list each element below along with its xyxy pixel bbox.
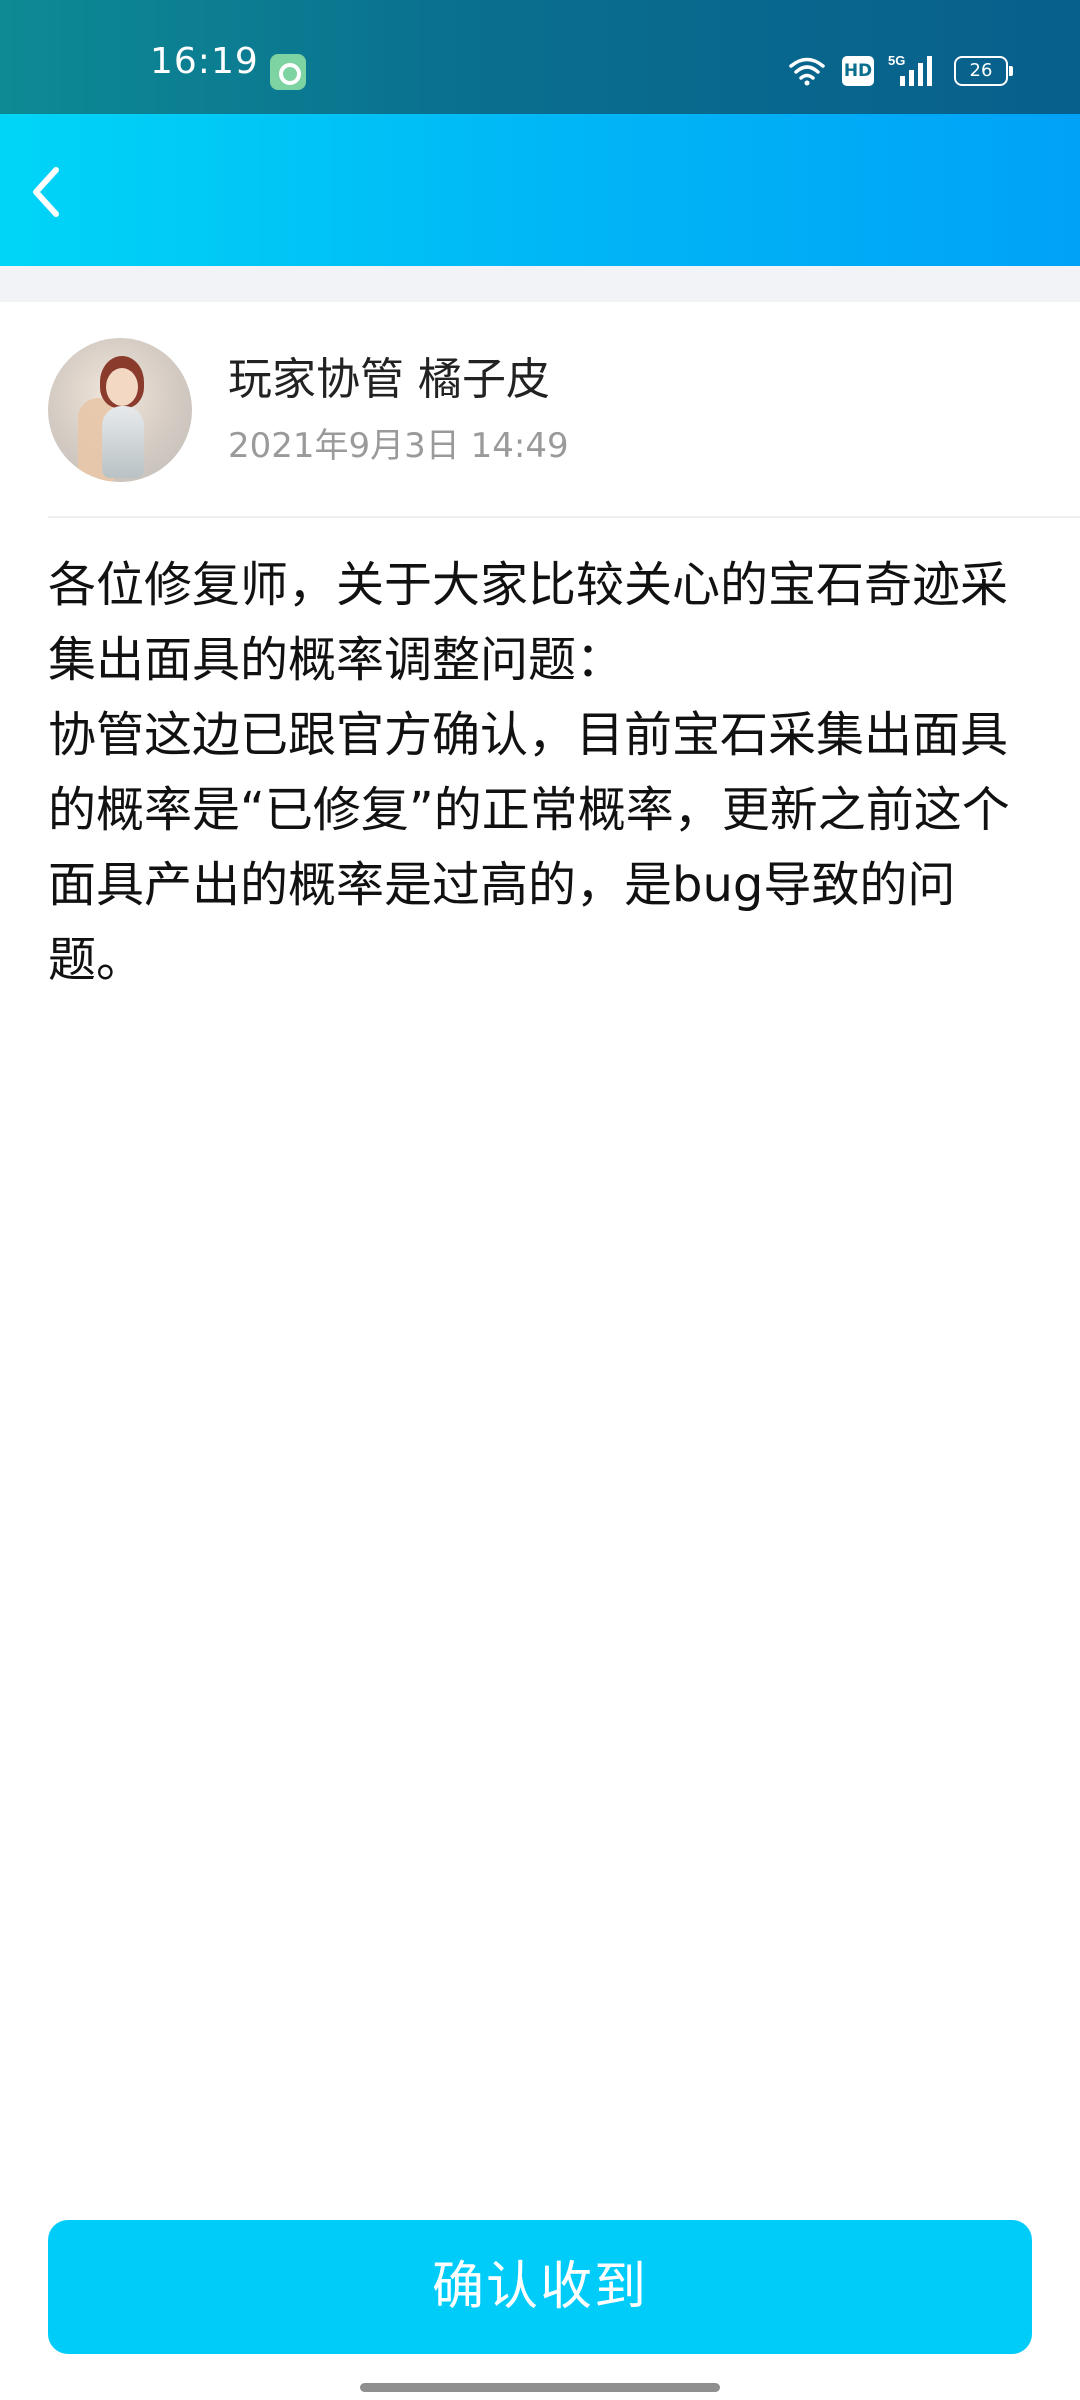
section-separator <box>0 266 1080 302</box>
message-paragraph: 各位修复师，关于大家比较关心的宝石奇迹采集出面具的概率调整问题： <box>48 557 1009 688</box>
chevron-left-icon <box>33 167 59 217</box>
network-type-label: 5G <box>888 53 905 68</box>
battery-level: 26 <box>969 60 993 81</box>
app-notification-icon <box>270 54 306 90</box>
post-date: 2021年9月3日 14:49 <box>228 426 569 466</box>
header-bar <box>0 114 1080 266</box>
wifi-icon <box>789 57 825 86</box>
author-info: 玩家协管 橘子皮 2021年9月3日 14:49 <box>0 302 1080 518</box>
hd-icon: HD <box>842 56 874 86</box>
home-indicator[interactable] <box>360 2383 720 2392</box>
author-name: 玩家协管 橘子皮 <box>228 354 550 405</box>
avatar[interactable] <box>48 338 192 482</box>
confirm-received-button[interactable]: 确认收到 <box>48 2220 1032 2354</box>
divider <box>48 516 1080 518</box>
back-button[interactable] <box>14 154 84 226</box>
status-time: 16:19 <box>150 41 259 82</box>
battery-icon: 26 <box>954 56 1013 86</box>
status-bar: 16:19 HD 5G 26 <box>0 0 1080 114</box>
message-paragraph: 协管这边已跟官方确认，目前宝石采集出面具的概率是“已修复”的正常概率，更新之前这… <box>48 707 1010 988</box>
message-body: 各位修复师，关于大家比较关心的宝石奇迹采集出面具的概率调整问题： 协管这边已跟官… <box>48 548 1032 998</box>
signal-icon: 5G <box>888 53 932 86</box>
